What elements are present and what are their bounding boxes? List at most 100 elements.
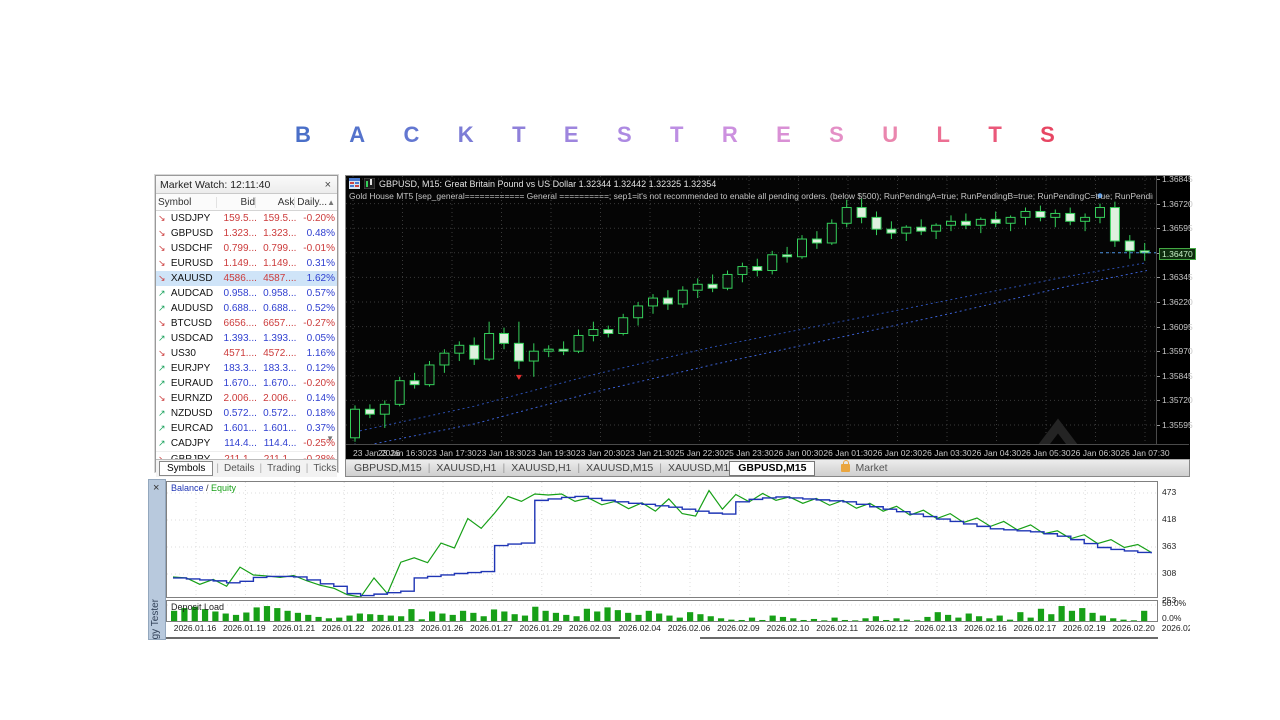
bid-value: 6656.... [217,318,257,329]
arrow-up-icon: ↗ [158,333,171,344]
quotes-grid-icon [349,178,360,189]
balance-equity-chart[interactable]: Balance / Equity [166,481,1158,598]
strategy-tester-strip[interactable]: × Strategy Tester [148,479,166,640]
symbol-name: CADJPY [171,438,217,449]
watermark-logo [986,426,1130,444]
date-label: 2026.02.17 [1014,623,1057,633]
symbol-name: US30 [171,348,217,359]
title-letter: B [295,122,311,152]
date-label: 2026.02.16 [964,623,1007,633]
chart-symbol-info: GBPUSD, M15: Great Britain Pound vs US D… [379,179,716,189]
arrow-down-icon: ↘ [158,258,171,269]
bid-value: 0.688... [217,303,257,314]
bid-value: 211.1... [217,454,257,459]
balance-equity-canvas [167,482,1157,597]
axis-tick [1157,351,1160,352]
strategy-tester-label: Strategy Tester [150,599,161,640]
column-header[interactable]: Daily... [294,197,327,208]
table-row[interactable]: ↘BTCUSD6656....6657....-0.27% [156,316,337,331]
table-row[interactable]: ↗NZDUSD0.572...0.572...0.18% [156,406,337,421]
close-icon[interactable]: × [153,482,159,494]
price-label: 1.36220 [1162,297,1193,307]
scroll-up-icon[interactable]: ▲ [327,198,335,207]
value-label: 308 [1162,568,1176,578]
market-watch-titlebar: Market Watch: 12:11:40 × [156,176,337,194]
table-row[interactable]: ↗AUDUSD0.688...0.688...0.52% [156,301,337,316]
tab-symbols[interactable]: Symbols [159,461,213,476]
legend-equity: Equity [211,483,236,493]
time-label: 26 Jan 07:30 [1120,448,1169,458]
title-letter: K [458,122,474,152]
axis-tick [1157,204,1160,205]
table-row[interactable]: ↗EURCAD1.601...1.601...0.37% [156,421,337,436]
table-row[interactable]: ↗AUDCAD0.958...0.958...0.57% [156,286,337,301]
chart-ea-settings: Gold House MT5 [sep_general============ … [349,191,1153,201]
bid-value: 4586.... [217,273,257,284]
market-tab-label: Market [855,462,887,474]
time-label: 26 Jan 04:30 [972,448,1021,458]
chart-tab-xauusd-m1[interactable]: XAUUSD,M1 [668,462,729,474]
title-letter: T [988,122,1001,152]
scroll-down-icon[interactable]: ▼ [326,434,334,443]
table-row[interactable]: ↗CADJPY114.4...114.4...-0.25% [156,436,337,451]
chart-tabbar: GBPUSD,M15|XAUUSD,H1|XAUUSD,H1|XAUUSD,M1… [346,459,1189,476]
chart-tab-market[interactable]: Market [841,462,887,474]
daily-change: -0.20% [296,213,335,224]
column-header[interactable]: Symbol [158,197,216,208]
ask-value: 0.688... [257,303,297,314]
chart-tab-xauusd-m15[interactable]: XAUUSD,M15 [586,462,653,474]
tab-details[interactable]: Details [220,462,259,475]
daily-change: 1.16% [296,348,335,359]
chart-tab-gbpusd-m15[interactable]: GBPUSD,M15 [729,461,815,476]
deposit-load-canvas [167,601,1157,621]
daily-change: 0.37% [296,423,335,434]
table-row[interactable]: ↗EURJPY183.3...183.3...0.12% [156,361,337,376]
price-label: 1.35720 [1162,395,1193,405]
ask-value: 1.323... [257,228,297,239]
table-row[interactable]: ↘GBPUSD1.323...1.323...0.48% [156,226,337,241]
deposit-load-chart[interactable]: Deposit Load [166,600,1158,622]
table-row[interactable]: ↘EURNZD2.006...2.006...0.14% [156,391,337,406]
column-header[interactable]: Bid [216,197,255,208]
symbol-name: EURAUD [171,378,217,389]
table-row[interactable]: ↘USDJPY159.5...159.5...-0.20% [156,211,337,226]
date-label: 2026.01.23 [371,623,414,633]
axis-tick [1157,302,1160,303]
chart-legend: Balance / Equity [171,483,236,493]
chart-tab-xauusd-h1[interactable]: XAUUSD,H1 [436,462,496,474]
market-watch-title: Market Watch: 12:11:40 [160,179,270,191]
price-label: 1.36345 [1162,272,1193,282]
tab-ticks[interactable]: Ticks [309,462,340,475]
market-watch-header: SymbolBidAskDaily...▲ [156,194,337,211]
table-row[interactable]: ↘XAUUSD4586....4587....1.62% [156,271,337,286]
date-label: 2026.01.22 [322,623,365,633]
table-row[interactable]: ↘USDCHF0.799...0.799...-0.01% [156,241,337,256]
date-label: 2026.02.13 [915,623,958,633]
title-letter: U [882,122,898,152]
symbol-name: USDJPY [171,213,217,224]
arrow-up-icon: ↗ [158,303,171,314]
market-watch-panel: Market Watch: 12:11:40 × SymbolBidAskDai… [155,175,338,472]
ask-value: 1.393... [257,333,297,344]
ask-value: 6657.... [257,318,297,329]
lock-icon [841,464,850,472]
table-row[interactable]: ↗USDCAD1.393...1.393...0.05% [156,331,337,346]
table-row[interactable]: ↘GBPJPY211.1...211.1...-0.28% [156,452,337,459]
tab-trading[interactable]: Trading [263,462,305,475]
arrow-up-icon: ↗ [158,378,171,389]
chart-tab-gbpusd-m15[interactable]: GBPUSD,M15 [354,462,422,474]
chart-tab-xauusd-h1[interactable]: XAUUSD,H1 [511,462,571,474]
table-row[interactable]: ↘US304571....4572....1.16% [156,346,337,361]
title-letter: E [564,122,579,152]
table-row[interactable]: ↗EURAUD1.670...1.670...-0.20% [156,376,337,391]
axis-tick [1157,179,1160,180]
arrow-down-icon: ↘ [158,273,171,284]
close-icon[interactable]: × [323,179,333,191]
chart-canvas[interactable] [346,176,1156,444]
column-header[interactable]: Ask [255,197,294,208]
time-label: 23 Jan 20:30 [576,448,625,458]
symbol-name: XAUUSD [171,273,217,284]
table-row[interactable]: ↘EURUSD1.149...1.149...0.31% [156,256,337,271]
symbol-name: USDCAD [171,333,217,344]
ask-value: 0.799... [257,243,297,254]
